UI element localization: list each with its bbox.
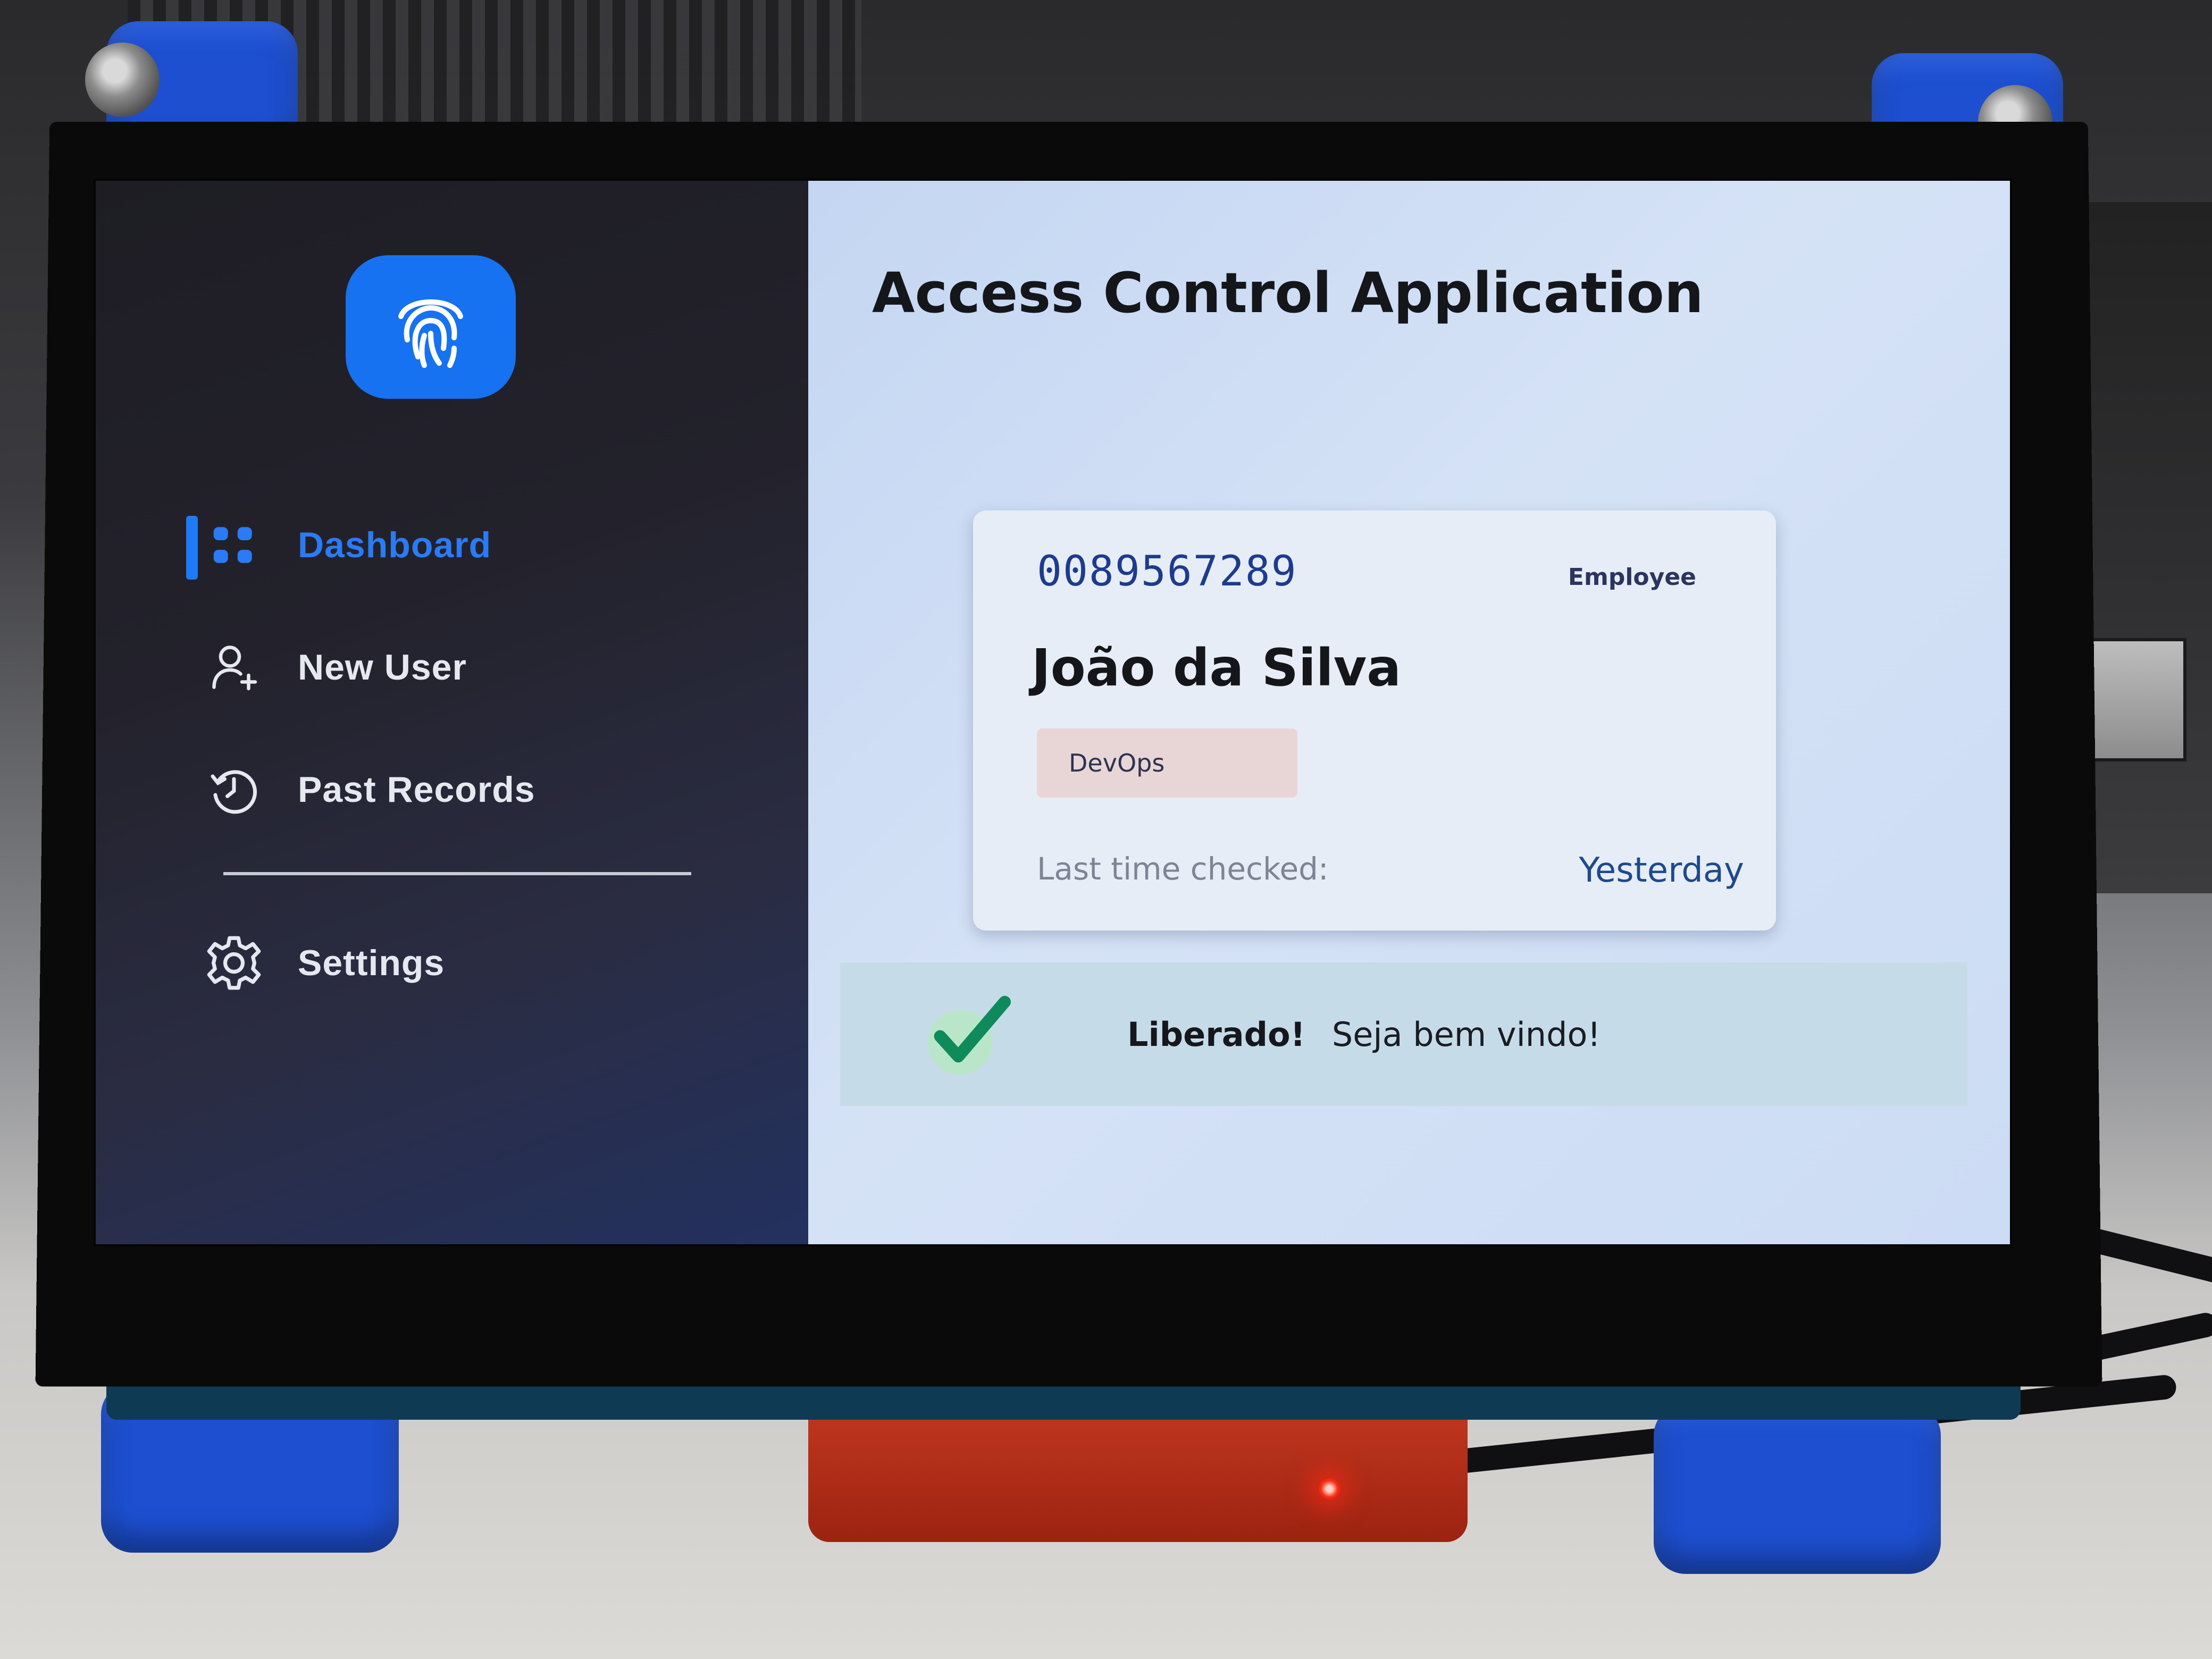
mount-bracket-bottom-right [1654,1404,1941,1574]
sidebar-item-label: Dashboard [298,525,492,565]
last-checked-value: Yesterday [1579,851,1744,890]
photo-scene: Dashboard New User Past Records Settings… [0,0,2212,1659]
app-screen: Dashboard New User Past Records Settings… [96,181,2010,1244]
last-checked-label: Last time checked: [1037,851,1329,887]
sidebar-divider [223,872,691,875]
sidebar-item-label: Past Records [298,769,535,810]
department-tag: DevOps [1037,728,1297,798]
checkmark-icon [920,984,1021,1085]
user-id: 0089567289 [1037,548,1297,596]
sidebar-item-settings[interactable]: Settings [202,923,723,1003]
sidebar-item-label: New User [298,647,467,688]
user-card: 0089567289 Employee João da Silva DevOps… [973,510,1776,931]
screw [85,43,160,117]
fingerprint-icon [346,255,516,399]
status-title: Liberado! [1127,1015,1305,1054]
active-indicator [186,516,198,580]
status-message: Seja bem vindo! [1331,1015,1601,1054]
sidebar-nav: Dashboard New User Past Records Settings [186,505,723,1045]
dashboard-grid-icon [202,513,266,577]
page-title: Access Control Application [872,261,1704,325]
department-label: DevOps [1069,749,1165,777]
access-status-banner: Liberado! Seja bem vindo! [840,962,1967,1106]
sidebar-item-dashboard[interactable]: Dashboard [186,505,723,585]
role-badge: Employee [1568,564,1696,591]
sidebar-item-past-records[interactable]: Past Records [202,750,723,830]
gear-icon [202,931,266,995]
red-controller-board [808,1404,1468,1542]
user-name: João da Silva [1032,638,1402,698]
status-led [1319,1478,1340,1499]
main-panel: Access Control Application 0089567289 Em… [808,181,2010,1244]
sidebar: Dashboard New User Past Records Settings [96,181,808,1244]
add-user-icon [202,635,266,699]
sidebar-item-new-user[interactable]: New User [202,627,723,707]
sidebar-item-label: Settings [298,943,445,983]
history-clock-icon [202,758,266,822]
